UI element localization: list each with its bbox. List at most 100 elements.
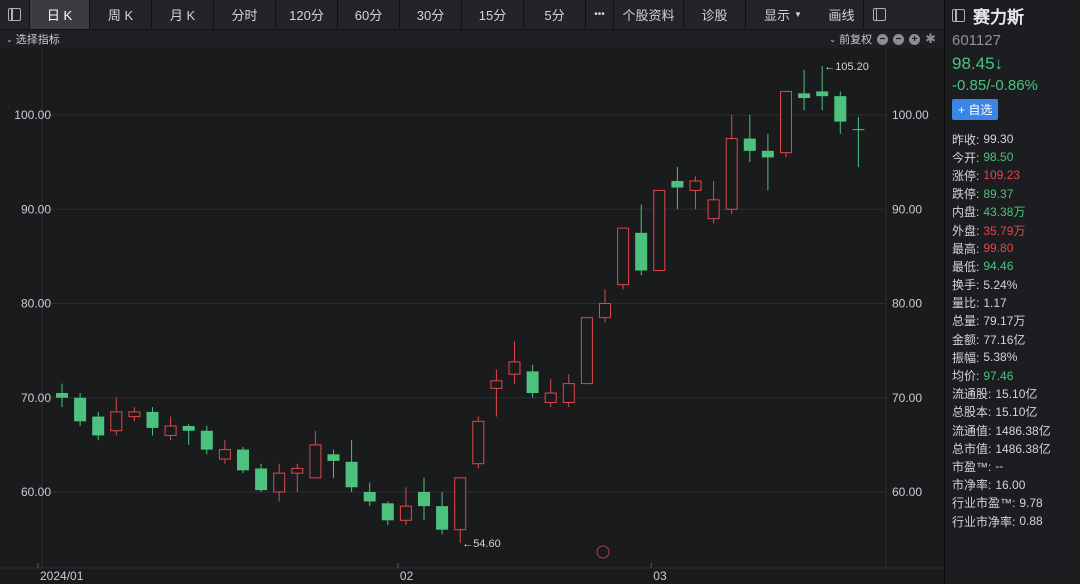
candle-body-up	[562, 383, 575, 403]
toggle-left-panel-button[interactable]	[0, 0, 30, 29]
tab-15min[interactable]: 15分	[462, 0, 524, 29]
candle-body-down	[671, 180, 684, 188]
stat-row: 跌停: 89.37	[952, 185, 1080, 203]
candle-body-down	[363, 492, 376, 502]
y-tick-label-right: 100.00	[892, 108, 929, 122]
y-tick-label-left: 70.00	[21, 391, 51, 405]
stat-row: 内盘: 43.38万	[952, 203, 1080, 221]
candle-body-down	[761, 150, 774, 158]
stat-label: 跌停:	[952, 187, 980, 202]
candle-body-up	[490, 380, 503, 389]
stat-value: 1486.38亿	[995, 441, 1051, 456]
indicator-label: 选择指标	[15, 34, 60, 46]
candle-body-up	[110, 411, 123, 432]
candle-body-down	[345, 461, 358, 488]
tab-60min[interactable]: 60分	[338, 0, 400, 29]
tab-5min[interactable]: 5分	[524, 0, 586, 29]
stat-value: 15.10亿	[995, 387, 1038, 402]
candle-body-up	[291, 467, 304, 474]
stock-code: 601127	[952, 32, 1001, 49]
candle-body-down	[381, 503, 394, 521]
stat-label: 均价:	[952, 369, 980, 384]
diagnose-button[interactable]: 诊股	[684, 0, 746, 29]
stat-label: 振幅:	[952, 350, 980, 365]
stat-label: 市盈™:	[952, 459, 992, 474]
stat-row: 最高: 99.80	[952, 239, 1080, 257]
draw-line-button[interactable]: 画线	[820, 0, 864, 29]
candle-body-up	[128, 411, 141, 418]
collapse-icon[interactable]: −	[877, 33, 889, 45]
stat-row: 今开: 98.50	[952, 148, 1080, 166]
stat-label: 总量:	[952, 314, 980, 329]
candle-body-up	[580, 317, 593, 385]
tab-daily-k[interactable]: 日 K	[30, 0, 90, 29]
candle-body-up	[454, 477, 467, 531]
indicator-selector[interactable]: ⌄ 选择指标	[6, 31, 60, 47]
stat-value: 16.00	[995, 477, 1026, 492]
stat-label: 总股本:	[952, 405, 992, 420]
display-dropdown[interactable]: 显示 ▼	[746, 0, 820, 29]
stat-value: --	[995, 459, 1004, 474]
stat-row: 振幅: 5.38%	[952, 348, 1080, 366]
candle-body-up	[309, 444, 322, 479]
candle-body-down	[436, 506, 449, 530]
tab-30min[interactable]: 30分	[400, 0, 462, 29]
stat-label: 金额:	[952, 332, 980, 347]
add-watchlist-button[interactable]: + 自选	[952, 99, 999, 120]
stat-value: 99.30	[983, 132, 1014, 147]
gear-icon[interactable]: ✱	[925, 32, 936, 45]
candle-body-up	[689, 180, 702, 191]
tab-monthly-k[interactable]: 月 K	[152, 0, 214, 29]
adjust-selector[interactable]: ⌄ 前复权	[829, 31, 872, 47]
candle-body-up	[617, 227, 630, 286]
stat-row: 均价: 97.46	[952, 366, 1080, 384]
candle-body-up	[780, 90, 792, 154]
candle-body-down	[816, 91, 829, 97]
candle-body-down	[182, 426, 195, 431]
candle-body-down	[255, 468, 268, 491]
stat-value: 1.17	[983, 295, 1007, 310]
period-toolbar: 日 K 周 K 月 K 分时 120分 60分 30分 15分 5分 ••• 个…	[0, 0, 944, 30]
display-label: 显示	[764, 8, 791, 23]
candle-body-down	[200, 430, 213, 450]
tab-120min[interactable]: 120分	[276, 0, 338, 29]
stat-value: 1486.38亿	[995, 423, 1051, 438]
candle-body-down	[743, 138, 756, 151]
chevron-down-icon: ⌄	[6, 34, 13, 44]
stat-label: 最高:	[952, 241, 980, 256]
list-badge-icon	[596, 545, 610, 559]
tab-intraday[interactable]: 分时	[214, 0, 276, 29]
stat-label: 今开:	[952, 150, 980, 165]
stat-label: 流通值:	[952, 423, 992, 438]
y-tick-label-right: 70.00	[892, 391, 922, 405]
zoom-out-icon[interactable]: −	[893, 33, 905, 45]
quote-stats: 昨收: 99.30 今开: 98.50 涨停: 109.23 跌停: 89.37 内盘: 43.3…	[952, 130, 1080, 530]
stat-row: 市盈™: --	[952, 457, 1080, 475]
candle-body-down	[418, 492, 430, 507]
stat-value: 94.46	[983, 259, 1014, 274]
y-tick-label-left: 90.00	[21, 202, 51, 216]
stat-label: 行业市净率:	[952, 514, 1016, 529]
candle-body-up	[164, 425, 177, 436]
candle-body-down	[526, 371, 539, 394]
stat-label: 行业市盈™:	[952, 496, 1016, 511]
more-button[interactable]: •••	[586, 0, 614, 29]
stock-profile-button[interactable]: 个股资料	[614, 0, 684, 29]
candle-body-down	[237, 449, 249, 471]
stat-value: 5.38%	[983, 350, 1018, 365]
stat-value: 15.10亿	[995, 405, 1038, 420]
stat-row: 行业市盈™: 9.78	[952, 494, 1080, 512]
stat-value: 9.78	[1019, 495, 1043, 510]
zoom-in-icon[interactable]: +	[909, 33, 921, 45]
toggle-right-panel-button[interactable]	[864, 0, 894, 29]
panel-toggle-icon[interactable]	[952, 8, 965, 22]
candle-body-up	[273, 472, 286, 493]
candle-body-up	[599, 303, 611, 319]
candlestick-chart[interactable]: 60.00 60.00 70.00 70.00 80.00 80.00 90.00 90.00…	[0, 48, 944, 584]
x-tick-label: 02	[400, 569, 414, 583]
stat-value: 99.80	[983, 241, 1014, 256]
candle-body-up	[472, 420, 485, 465]
y-tick-label-right: 90.00	[892, 202, 922, 216]
tab-weekly-k[interactable]: 周 K	[90, 0, 152, 29]
stat-row: 总市值: 1486.38亿	[952, 439, 1080, 457]
